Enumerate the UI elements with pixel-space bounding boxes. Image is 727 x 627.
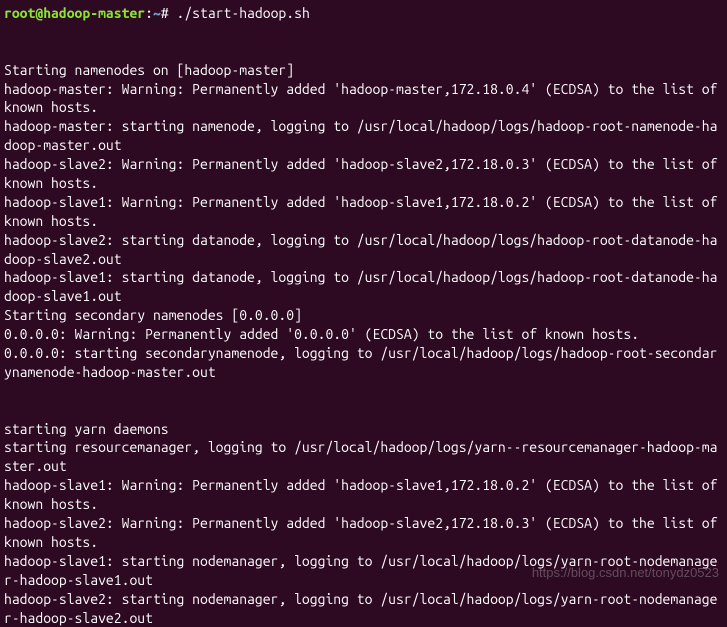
watermark-text: https://blog.csdn.net/tonydz0523 <box>532 564 719 582</box>
prompt-path: ~ <box>153 5 161 21</box>
output-line: hadoop-slave2: Warning: Permanently adde… <box>4 515 725 550</box>
output-line: hadoop-slave2: starting nodemanager, log… <box>4 591 717 626</box>
output-line: hadoop-slave1: Warning: Permanently adde… <box>4 194 725 229</box>
output-line: hadoop-master: starting namenode, loggin… <box>4 118 717 153</box>
output-line: hadoop-slave2: starting datanode, loggin… <box>4 232 717 267</box>
output-line: starting resourcemanager, logging to /us… <box>4 439 717 474</box>
output-line: 0.0.0.0: starting secondarynamenode, log… <box>4 345 717 380</box>
output-line: Starting namenodes on [hadoop-master] <box>4 62 294 78</box>
terminal-window[interactable]: root@hadoop-master:~# ./start-hadoop.sh … <box>4 4 723 627</box>
prompt-user-host: root@hadoop-master <box>4 5 145 21</box>
output-line: hadoop-slave2: Warning: Permanently adde… <box>4 156 725 191</box>
prompt-separator: : <box>145 5 153 21</box>
output-line: Starting secondary namenodes [0.0.0.0] <box>4 307 302 323</box>
output-line: hadoop-slave1: starting datanode, loggin… <box>4 269 717 304</box>
command-input: ./start-hadoop.sh <box>177 5 310 21</box>
output-line: hadoop-master: Warning: Permanently adde… <box>4 81 725 116</box>
output-line: starting yarn daemons <box>4 421 169 437</box>
prompt-symbol: # <box>161 5 169 21</box>
output-line: 0.0.0.0: Warning: Permanently added '0.0… <box>4 326 639 342</box>
output-line: hadoop-slave1: Warning: Permanently adde… <box>4 477 725 512</box>
